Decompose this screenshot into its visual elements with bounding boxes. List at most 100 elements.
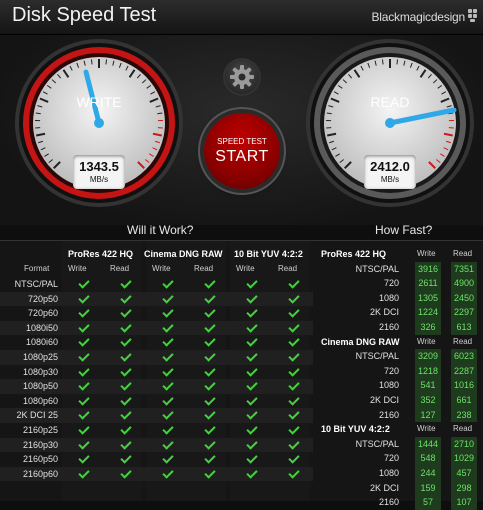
title-bar: Disk Speed Test Blackmagicdesign bbox=[0, 0, 483, 35]
resolution-label: 2K DCI bbox=[370, 481, 399, 496]
check-icon bbox=[234, 467, 270, 483]
check-icon bbox=[150, 408, 186, 424]
brand-logo-text: Blackmagicdesign bbox=[371, 10, 465, 24]
resolution-label: 1080 bbox=[379, 378, 399, 393]
check-icon bbox=[192, 365, 228, 381]
table-row: 2K DCI 159 298 bbox=[315, 481, 483, 496]
check-icon bbox=[234, 321, 270, 337]
table-row: NTSC/PAL39167351 bbox=[315, 262, 483, 277]
check-icon bbox=[150, 306, 186, 322]
check-icon bbox=[234, 408, 270, 424]
check-icon bbox=[108, 321, 144, 337]
check-icon bbox=[108, 379, 144, 395]
write-value: 1343.5 bbox=[73, 159, 125, 174]
check-icon bbox=[192, 335, 228, 351]
check-icon bbox=[150, 467, 186, 483]
check-icon bbox=[276, 306, 312, 322]
table-row: 2160p30 bbox=[0, 438, 313, 453]
check-icon bbox=[192, 423, 228, 439]
check-icon bbox=[150, 438, 186, 454]
resolution-label: 2160 bbox=[379, 320, 399, 335]
check-icon bbox=[150, 423, 186, 439]
read-fps-value: 2450 bbox=[451, 291, 477, 306]
col-read-3: Read bbox=[278, 264, 297, 273]
table-row: 2K DCI12242297 bbox=[315, 305, 483, 320]
check-icon bbox=[192, 408, 228, 424]
settings-button[interactable] bbox=[225, 60, 259, 94]
table-row: NTSC/PAL14442710 bbox=[315, 437, 483, 452]
read-fps-value: 2287 bbox=[451, 364, 477, 379]
how-fast-heading: How Fast? bbox=[375, 223, 432, 237]
check-icon bbox=[192, 277, 228, 293]
check-icon bbox=[108, 365, 144, 381]
start-button[interactable]: SPEED TEST START bbox=[204, 113, 280, 189]
read-fps-value: 1016 bbox=[451, 378, 477, 393]
write-fps-value: 1224 bbox=[415, 305, 441, 320]
check-icon bbox=[192, 306, 228, 322]
resolution-label: 1080 bbox=[379, 466, 399, 481]
check-icon bbox=[66, 350, 102, 366]
check-icon bbox=[234, 277, 270, 293]
read-fps-value: 298 bbox=[451, 481, 477, 496]
format-label: 720p60 bbox=[0, 306, 58, 321]
check-icon bbox=[276, 335, 312, 351]
group-title-yuv: 10 Bit YUV 4:2:2 bbox=[234, 249, 303, 259]
read-fps-value: 2297 bbox=[451, 305, 477, 320]
check-icon bbox=[108, 277, 144, 293]
app-title: Disk Speed Test bbox=[12, 4, 156, 27]
read-fps-value: 7351 bbox=[451, 262, 477, 277]
check-icon bbox=[192, 452, 228, 468]
table-row: 1080i60 bbox=[0, 335, 313, 350]
check-icon bbox=[234, 438, 270, 454]
check-icon bbox=[192, 350, 228, 366]
format-label: 2160p25 bbox=[0, 423, 58, 438]
format-label: 720p50 bbox=[0, 292, 58, 307]
write-fps-value: 1305 bbox=[415, 291, 441, 306]
write-fps-value: 159 bbox=[415, 481, 441, 496]
format-label: NTSC/PAL bbox=[0, 277, 58, 292]
group-title-prores: ProRes 422 HQ bbox=[68, 249, 133, 259]
format-label: 1080p30 bbox=[0, 365, 58, 380]
read-fps-value: 107 bbox=[451, 495, 477, 510]
check-icon bbox=[150, 277, 186, 293]
write-column-header: Write bbox=[417, 422, 436, 437]
check-icon bbox=[234, 350, 270, 366]
read-fps-value: 457 bbox=[451, 466, 477, 481]
format-label: 1080i60 bbox=[0, 335, 58, 350]
write-fps-value: 326 bbox=[415, 320, 441, 335]
resolution-label: 720 bbox=[384, 451, 399, 466]
check-icon bbox=[66, 438, 102, 454]
check-icon bbox=[276, 452, 312, 468]
table-row: NTSC/PAL bbox=[0, 277, 313, 292]
table-row: 7205481029 bbox=[315, 451, 483, 466]
table-row: 1080 541 1016 bbox=[315, 378, 483, 393]
table-row: 1080244457 bbox=[315, 466, 483, 481]
check-icon bbox=[108, 423, 144, 439]
check-icon bbox=[150, 350, 186, 366]
how-fast-rows: ProRes 422 HQ Write ReadNTSC/PAL39167351 72… bbox=[315, 247, 483, 510]
how-fast-group-title: ProRes 422 HQ bbox=[321, 247, 386, 262]
write-fps-value: 57 bbox=[415, 495, 441, 510]
check-icon bbox=[108, 292, 144, 308]
resolution-label: NTSC/PAL bbox=[356, 262, 399, 277]
check-icon bbox=[276, 394, 312, 410]
table-row: 2160326613 bbox=[315, 320, 483, 335]
write-fps-value: 1218 bbox=[415, 364, 441, 379]
write-fps-value: 541 bbox=[415, 378, 441, 393]
read-unit: MB/s bbox=[364, 175, 416, 184]
check-icon bbox=[234, 292, 270, 308]
gauge-tick bbox=[91, 59, 92, 64]
table-row: 1080p50 bbox=[0, 379, 313, 394]
format-label: 1080p50 bbox=[0, 379, 58, 394]
read-readout: 2412.0 MB/s bbox=[364, 155, 416, 189]
check-icon bbox=[66, 394, 102, 410]
will-it-work-heading: Will it Work? bbox=[127, 223, 193, 237]
write-fps-value: 2611 bbox=[415, 276, 441, 291]
check-icon bbox=[276, 379, 312, 395]
how-fast-group-header: 10 Bit YUV 4:2:2WriteRead bbox=[315, 422, 483, 437]
read-fps-value: 6023 bbox=[451, 349, 477, 364]
write-unit: MB/s bbox=[73, 175, 125, 184]
read-column-header: Read bbox=[453, 247, 472, 262]
check-icon bbox=[192, 467, 228, 483]
table-row: 720p50 bbox=[0, 292, 313, 307]
